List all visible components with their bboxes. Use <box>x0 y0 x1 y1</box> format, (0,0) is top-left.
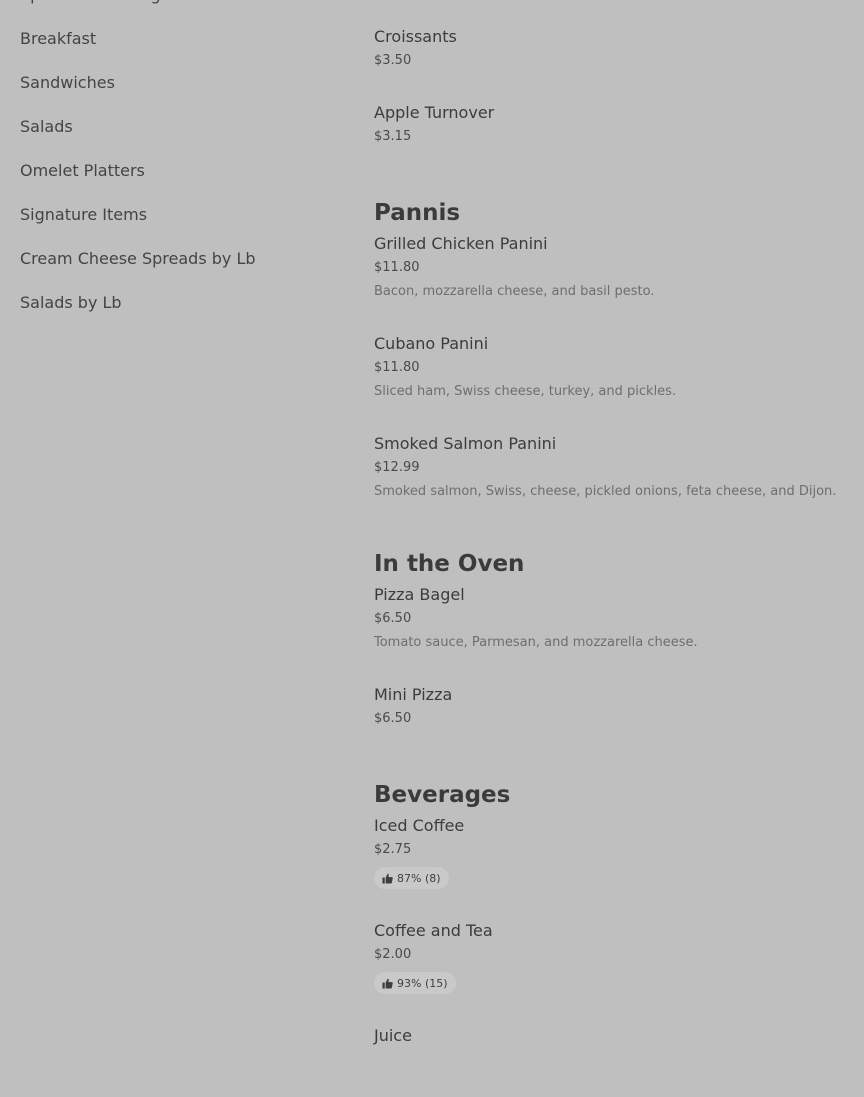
menu-item-juice[interactable]: Juice <box>374 1025 854 1047</box>
sidebar-item-salads-by-lb[interactable]: Salads by Lb <box>20 292 340 336</box>
item-price: $12.99 <box>374 460 420 475</box>
sidebar-item-omelet-platters[interactable]: Omelet Platters <box>20 160 340 204</box>
item-name: Cubano Panini <box>374 334 489 353</box>
menu-item-croissants[interactable]: Croissants $3.50 <box>374 26 854 71</box>
item-description: Tomato sauce, Parmesan, and mozzarella c… <box>374 635 698 650</box>
menu-page: Spreads on a Bagel Breakfast Sandwiches … <box>0 0 864 1097</box>
item-name: Coffee and Tea <box>374 921 493 940</box>
section-title-beverages: Beverages <box>374 782 511 808</box>
item-description: Bacon, mozzarella cheese, and basil pest… <box>374 284 655 299</box>
item-price: $11.80 <box>374 360 420 375</box>
item-name: Croissants <box>374 27 457 46</box>
menu-item-apple-turnover[interactable]: Apple Turnover $3.15 <box>374 102 854 147</box>
menu-item-coffee-and-tea[interactable]: Coffee and Tea $2.00 93% (15) <box>374 920 854 994</box>
item-name: Apple Turnover <box>374 103 495 122</box>
menu-item-pizza-bagel[interactable]: Pizza Bagel $6.50 Tomato sauce, Parmesan… <box>374 584 854 653</box>
item-price: $6.50 <box>374 711 412 726</box>
rating-badge: 93% (15) <box>374 972 456 994</box>
item-description: Sliced ham, Swiss cheese, turkey, and pi… <box>374 384 677 399</box>
sidebar-item-sandwiches[interactable]: Sandwiches <box>20 72 340 116</box>
section-title-pannis: Pannis <box>374 200 461 226</box>
category-sidebar: Spreads on a Bagel Breakfast Sandwiches … <box>20 0 340 336</box>
sidebar-item-breakfast[interactable]: Breakfast <box>20 28 340 72</box>
menu-item-grilled-chicken-panini[interactable]: Grilled Chicken Panini $11.80 Bacon, moz… <box>374 233 854 302</box>
sidebar-item-spreads-on-a-bagel[interactable]: Spreads on a Bagel <box>20 0 340 28</box>
item-name: Pizza Bagel <box>374 585 465 604</box>
item-price: $2.75 <box>374 842 412 857</box>
menu-item-smoked-salmon-panini[interactable]: Smoked Salmon Panini $12.99 Smoked salmo… <box>374 433 854 502</box>
sidebar-item-salads[interactable]: Salads <box>20 116 340 160</box>
sidebar-item-signature-items[interactable]: Signature Items <box>20 204 340 248</box>
item-name: Mini Pizza <box>374 685 453 704</box>
menu-item-iced-coffee[interactable]: Iced Coffee $2.75 87% (8) <box>374 815 854 889</box>
rating-text: 93% (15) <box>397 976 448 990</box>
item-name: Smoked Salmon Panini <box>374 434 557 453</box>
item-name: Juice <box>374 1026 412 1045</box>
item-price: $2.00 <box>374 947 412 962</box>
sidebar-item-cream-cheese-spreads-by-lb[interactable]: Cream Cheese Spreads by Lb <box>20 248 340 292</box>
item-name: Iced Coffee <box>374 816 465 835</box>
item-price: $3.15 <box>374 129 412 144</box>
menu-list: Croissants $3.50 Apple Turnover $3.15 Pa… <box>374 26 854 1047</box>
item-price: $11.80 <box>374 260 420 275</box>
item-description: Smoked salmon, Swiss, cheese, pickled on… <box>374 484 837 499</box>
thumbs-up-icon <box>382 873 393 884</box>
rating-badge: 87% (8) <box>374 867 449 889</box>
menu-item-mini-pizza[interactable]: Mini Pizza $6.50 <box>374 684 854 729</box>
item-price: $6.50 <box>374 611 412 626</box>
item-name: Grilled Chicken Panini <box>374 234 548 253</box>
section-title-in-the-oven: In the Oven <box>374 551 525 577</box>
item-price: $3.50 <box>374 53 412 68</box>
rating-text: 87% (8) <box>397 871 441 885</box>
thumbs-up-icon <box>382 978 393 989</box>
menu-item-cubano-panini[interactable]: Cubano Panini $11.80 Sliced ham, Swiss c… <box>374 333 854 402</box>
